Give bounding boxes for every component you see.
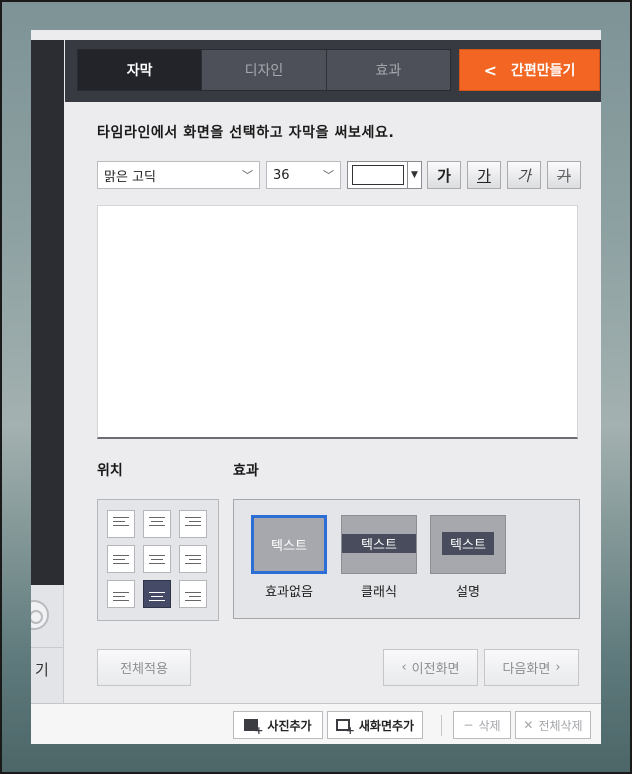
- next-screen-button[interactable]: 다음화면 ›: [484, 649, 579, 686]
- subtitle-editor-window: 기 자막 디자인 효과 < 간편만들기 타임라인에서 화면을 선택하고 자막을 …: [31, 30, 601, 744]
- delete-button[interactable]: − 삭제: [453, 711, 511, 739]
- position-middle-left[interactable]: [107, 545, 135, 573]
- effect-description-option[interactable]: 텍스트 설명: [430, 515, 506, 600]
- classic-band: 텍스트: [342, 534, 416, 553]
- position-top-center[interactable]: [143, 510, 171, 538]
- left-panel-label: 기: [35, 661, 49, 679]
- text-format-toolbar: 맑은 고딕 ﹀ 36 ﹀ ▼ 가 가 가 가: [97, 161, 587, 189]
- tab-effect[interactable]: 효과: [327, 50, 450, 90]
- chevron-down-icon: ﹀: [242, 169, 253, 182]
- effect-label: 효과: [233, 463, 259, 479]
- effect-classic-caption: 클래식: [361, 585, 397, 600]
- instruction-text: 타임라인에서 화면을 선택하고 자막을 써보세요.: [97, 125, 395, 141]
- chevron-left-icon: <: [483, 60, 497, 80]
- bottom-toolbar: 사진추가 새화면추가 − 삭제 ✕ 전체삭제: [31, 703, 601, 744]
- close-icon: ✕: [523, 718, 534, 732]
- effect-none-thumb-text: 텍스트: [271, 539, 307, 554]
- position-bottom-left[interactable]: [107, 580, 135, 608]
- position-label: 위치: [97, 463, 123, 479]
- apply-all-button[interactable]: 전체적용: [97, 649, 191, 686]
- add-photo-button[interactable]: 사진추가: [233, 711, 323, 739]
- effect-none-caption: 효과없음: [265, 585, 313, 600]
- position-bottom-center[interactable]: [143, 580, 171, 608]
- position-top-right[interactable]: [179, 510, 207, 538]
- subtitle-panel: 자막 디자인 효과 < 간편만들기 타임라인에서 화면을 선택하고 자막을 써보…: [65, 40, 601, 703]
- chevron-down-icon: ﹀: [323, 169, 334, 182]
- chevron-right-icon: ›: [555, 660, 561, 675]
- tab-design[interactable]: 디자인: [202, 50, 327, 90]
- italic-button[interactable]: 가: [507, 161, 541, 189]
- font-family-select[interactable]: 맑은 고딕 ﹀: [97, 161, 260, 189]
- strikethrough-button[interactable]: 가: [547, 161, 581, 189]
- underline-button[interactable]: 가: [467, 161, 501, 189]
- dropdown-arrow-icon[interactable]: ▼: [407, 162, 421, 188]
- add-new-screen-label: 새화면추가: [358, 718, 415, 733]
- effect-description-thumbnail[interactable]: 텍스트: [430, 515, 506, 574]
- next-screen-label: 다음화면: [502, 662, 551, 677]
- effect-none-option[interactable]: 텍스트 효과없음: [251, 515, 327, 600]
- position-middle-center[interactable]: [143, 545, 171, 573]
- tab-group: 자막 디자인 효과: [77, 49, 451, 91]
- add-photo-icon: [244, 719, 263, 737]
- delete-label: 삭제: [478, 718, 501, 733]
- prev-screen-label: 이전화면: [411, 662, 460, 677]
- record-icon[interactable]: [31, 600, 49, 630]
- font-size-select[interactable]: 36 ﹀: [266, 161, 341, 189]
- text-color-picker[interactable]: ▼: [347, 161, 422, 189]
- position-top-left[interactable]: [107, 510, 135, 538]
- effect-classic-option[interactable]: 텍스트 클래식: [341, 515, 417, 600]
- tab-bar: 자막 디자인 효과 < 간편만들기: [65, 40, 601, 102]
- add-screen-icon: [335, 719, 355, 737]
- add-new-screen-button[interactable]: 새화면추가: [327, 711, 423, 739]
- description-box: 텍스트: [442, 532, 494, 555]
- quick-make-button[interactable]: < 간편만들기: [459, 49, 600, 91]
- font-size-value: 36: [273, 167, 290, 183]
- effect-options: 텍스트 효과없음 텍스트 클래식 텍스트 설명: [233, 499, 580, 619]
- effect-description-thumb-text: 텍스트: [450, 538, 486, 553]
- toolbar-divider: [441, 715, 442, 736]
- tab-subtitle[interactable]: 자막: [78, 50, 203, 90]
- delete-all-button[interactable]: ✕ 전체삭제: [515, 711, 591, 739]
- effect-classic-thumb-text: 텍스트: [361, 538, 397, 553]
- left-panel-light: 기: [31, 585, 64, 703]
- effect-description-caption: 설명: [456, 585, 480, 600]
- delete-all-label: 전체삭제: [538, 718, 583, 733]
- left-panel-dark: [31, 40, 64, 585]
- minus-icon: −: [463, 718, 474, 732]
- bold-button[interactable]: 가: [427, 161, 461, 189]
- position-bottom-right[interactable]: [179, 580, 207, 608]
- left-divider: [31, 647, 64, 648]
- quick-make-label: 간편만들기: [511, 63, 576, 79]
- font-family-value: 맑은 고딕: [104, 169, 156, 185]
- add-photo-label: 사진추가: [267, 718, 312, 733]
- position-grid: [97, 499, 219, 621]
- position-middle-right[interactable]: [179, 545, 207, 573]
- effect-classic-thumbnail[interactable]: 텍스트: [341, 515, 417, 574]
- chevron-left-icon: ‹: [401, 660, 407, 675]
- subtitle-text-input[interactable]: [97, 205, 578, 439]
- color-swatch: [352, 165, 404, 185]
- prev-screen-button[interactable]: ‹ 이전화면: [383, 649, 478, 686]
- effect-none-thumbnail[interactable]: 텍스트: [251, 515, 327, 574]
